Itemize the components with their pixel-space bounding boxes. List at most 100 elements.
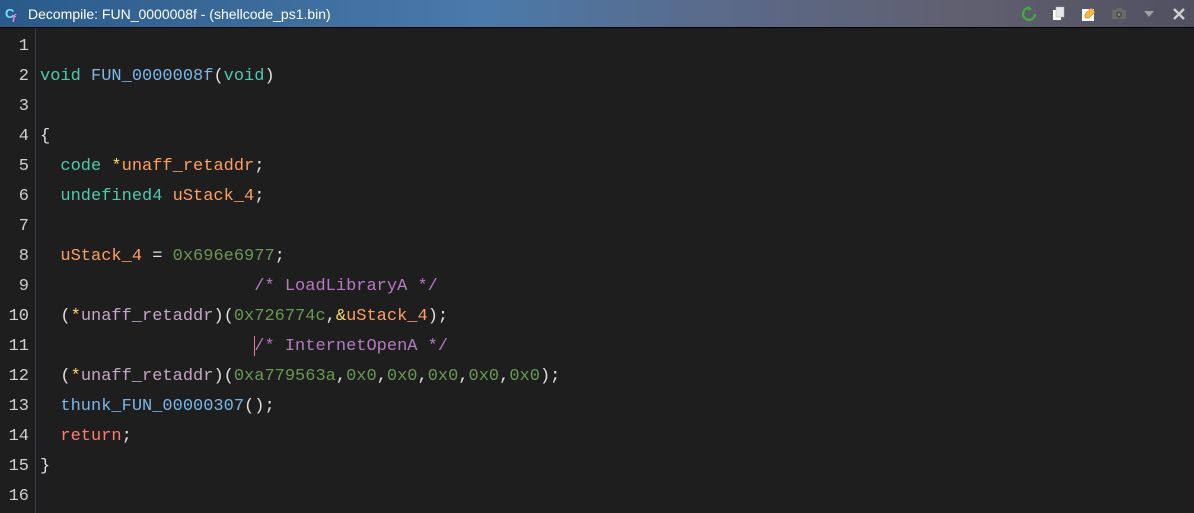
line-gutter: 12345678910111213141516: [0, 28, 36, 513]
code-line[interactable]: void FUN_0000008f(void): [40, 62, 1194, 92]
line-number: 16: [0, 482, 35, 512]
line-number: 14: [0, 422, 35, 452]
code-token: /* LoadLibraryA */: [254, 277, 438, 296]
code-token: *: [71, 307, 81, 326]
code-line[interactable]: [40, 482, 1194, 512]
code-token: =: [152, 247, 172, 266]
code-token: *: [71, 367, 81, 386]
code-token: }: [40, 457, 50, 476]
code-token: [40, 187, 60, 206]
code-token: ;: [122, 427, 132, 446]
line-number: 12: [0, 362, 35, 392]
code-token: {: [40, 127, 50, 146]
refresh-icon[interactable]: [1020, 5, 1038, 23]
code-token: 0x0: [387, 367, 418, 386]
code-token: 0x726774c: [234, 307, 326, 326]
code-line[interactable]: uStack_4 = 0x696e6977;: [40, 242, 1194, 272]
code-token: [40, 157, 60, 176]
code-token: ;: [275, 247, 285, 266]
code-token: 0x696e6977: [173, 247, 275, 266]
code-token: );: [428, 307, 448, 326]
edit-icon[interactable]: [1080, 5, 1098, 23]
window-title: Decompile: FUN_0000008f - (shellcode_ps1…: [28, 6, 1020, 22]
code-token: &: [336, 307, 346, 326]
code-line[interactable]: code *unaff_retaddr;: [40, 152, 1194, 182]
code-token: unaff_retaddr: [81, 307, 214, 326]
code-line[interactable]: undefined4 uStack_4;: [40, 182, 1194, 212]
code-token: code: [60, 157, 111, 176]
code-line[interactable]: [40, 92, 1194, 122]
line-number: 2: [0, 62, 35, 92]
code-token: FUN_0000008f: [91, 67, 213, 86]
code-area[interactable]: void FUN_0000008f(void){ code *unaff_ret…: [36, 28, 1194, 513]
code-token: )(: [213, 307, 233, 326]
code-token: uStack_4: [60, 247, 152, 266]
line-number: 5: [0, 152, 35, 182]
line-number: 13: [0, 392, 35, 422]
code-token: ,: [458, 367, 468, 386]
code-line[interactable]: thunk_FUN_00000307();: [40, 392, 1194, 422]
line-number: 7: [0, 212, 35, 242]
code-token: unaff_retaddr: [81, 367, 214, 386]
code-line[interactable]: (*unaff_retaddr)(0xa779563a,0x0,0x0,0x0,…: [40, 362, 1194, 392]
code-token: uStack_4: [173, 187, 255, 206]
code-token: undefined4: [60, 187, 172, 206]
line-number: 15: [0, 452, 35, 482]
code-token: *: [111, 157, 121, 176]
code-token: ,: [499, 367, 509, 386]
code-token: (: [60, 367, 70, 386]
code-token: ();: [244, 397, 275, 416]
code-token: * InternetOpenA */: [264, 337, 448, 356]
snapshot-icon[interactable]: [1110, 5, 1128, 23]
code-token: void: [40, 67, 91, 86]
code-token: unaff_retaddr: [122, 157, 255, 176]
code-token: ,: [336, 367, 346, 386]
line-number: 9: [0, 272, 35, 302]
code-token: 0xa779563a: [234, 367, 336, 386]
code-token: ,: [377, 367, 387, 386]
copy-icon[interactable]: [1050, 5, 1068, 23]
svg-text:f: f: [12, 13, 17, 23]
code-line[interactable]: [40, 32, 1194, 62]
decompile-icon: C f: [4, 5, 22, 23]
code-token: ;: [254, 187, 264, 206]
code-token: (: [213, 67, 223, 86]
close-icon[interactable]: [1170, 5, 1188, 23]
code-line[interactable]: {: [40, 122, 1194, 152]
code-token: );: [540, 367, 560, 386]
code-token: [40, 277, 254, 296]
line-number: 8: [0, 242, 35, 272]
code-token: [40, 367, 60, 386]
code-token: 0x0: [509, 367, 540, 386]
code-line[interactable]: [40, 212, 1194, 242]
line-number: 1: [0, 32, 35, 62]
code-line[interactable]: return;: [40, 422, 1194, 452]
code-token: /: [254, 337, 264, 356]
editor: 12345678910111213141516 void FUN_0000008…: [0, 28, 1194, 513]
code-line[interactable]: /* LoadLibraryA */: [40, 272, 1194, 302]
code-token: return: [60, 427, 121, 446]
code-line[interactable]: }: [40, 452, 1194, 482]
dropdown-icon[interactable]: [1140, 5, 1158, 23]
code-token: [40, 247, 60, 266]
code-token: )(: [213, 367, 233, 386]
code-line[interactable]: (*unaff_retaddr)(0x726774c,&uStack_4);: [40, 302, 1194, 332]
line-number: 6: [0, 182, 35, 212]
code-token: void: [224, 67, 265, 86]
code-token: ;: [254, 157, 264, 176]
code-token: [40, 397, 60, 416]
code-token: 0x0: [346, 367, 377, 386]
line-number: 10: [0, 302, 35, 332]
line-number: 4: [0, 122, 35, 152]
code-token: uStack_4: [346, 307, 428, 326]
code-token: (: [60, 307, 70, 326]
code-token: [40, 427, 60, 446]
titlebar-actions: [1020, 5, 1188, 23]
code-token: ,: [326, 307, 336, 326]
code-token: ,: [418, 367, 428, 386]
code-token: ): [264, 67, 274, 86]
code-line[interactable]: /* InternetOpenA */: [40, 332, 1194, 362]
code-token: 0x0: [469, 367, 500, 386]
code-token: thunk_FUN_00000307: [60, 397, 244, 416]
titlebar: C f Decompile: FUN_0000008f - (shellcode…: [0, 0, 1194, 28]
